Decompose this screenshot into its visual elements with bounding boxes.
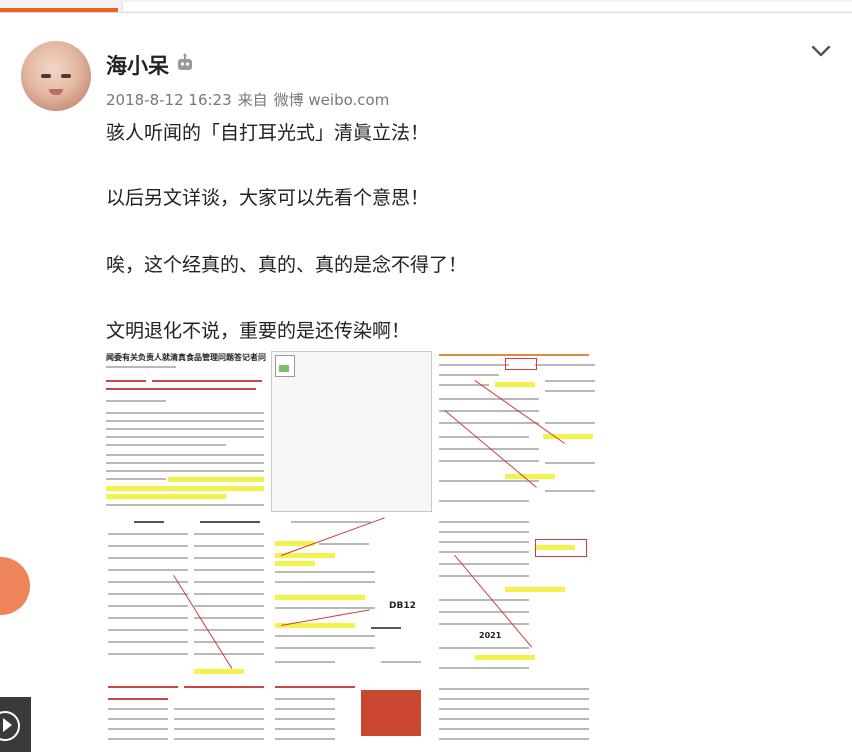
robot-icon (178, 53, 192, 70)
video-play-button[interactable] (0, 697, 31, 752)
avatar-eye (61, 74, 71, 78)
play-triangle (3, 718, 12, 732)
image-thumbnail[interactable] (104, 682, 268, 752)
post-meta: 2018-8-12 16:23 来自 微博 weibo.com (106, 89, 395, 110)
broken-image-icon (275, 355, 295, 377)
image-thumbnail[interactable]: 2021 (435, 515, 600, 678)
post-text-line: 唉，这个经真的、真的、真的是念不得了！ (106, 254, 468, 276)
thumbnail-title: DB12 (389, 601, 416, 611)
browser-tab-bar (0, 0, 852, 13)
active-tab-indicator[interactable] (0, 8, 118, 12)
avatar-eye (41, 74, 51, 78)
avatar[interactable] (21, 41, 91, 111)
thumbnail-title: 闻委有关负责人就清真食品管理问题答记者问 (106, 353, 266, 362)
post-text-line: 以后另文详谈，大家可以先看个意思！ (106, 187, 430, 209)
image-thumbnail[interactable] (271, 682, 431, 752)
avatar-mouth (49, 89, 63, 95)
image-thumbnail[interactable] (435, 350, 600, 512)
image-thumbnail[interactable]: 闻委有关负责人就清真食品管理问题答记者问 (104, 350, 268, 512)
source-prefix: 来自 (237, 91, 268, 109)
post-text-line: 文明退化不说，重要的是还传染啊！ (106, 320, 411, 342)
author-name[interactable]: 海小呆 (106, 50, 169, 80)
image-thumbnail[interactable]: DB12 (271, 515, 431, 678)
image-thumbnail[interactable] (104, 515, 268, 678)
image-thumbnail[interactable] (435, 682, 600, 752)
thumbnail-title: 2021 (479, 631, 502, 640)
photo-thumbnail (361, 690, 421, 736)
post-text-line: 骇人听闻的「自打耳光式」清眞立法！ (106, 122, 430, 144)
chevron-down-icon[interactable] (808, 40, 834, 62)
post-timestamp[interactable]: 2018-8-12 16:23 (106, 91, 232, 109)
tab-strip (122, 2, 852, 11)
broken-image-thumbnail[interactable] (271, 351, 432, 512)
post-source[interactable]: 微博 weibo.com (274, 91, 390, 109)
floating-action-button[interactable] (0, 557, 30, 615)
